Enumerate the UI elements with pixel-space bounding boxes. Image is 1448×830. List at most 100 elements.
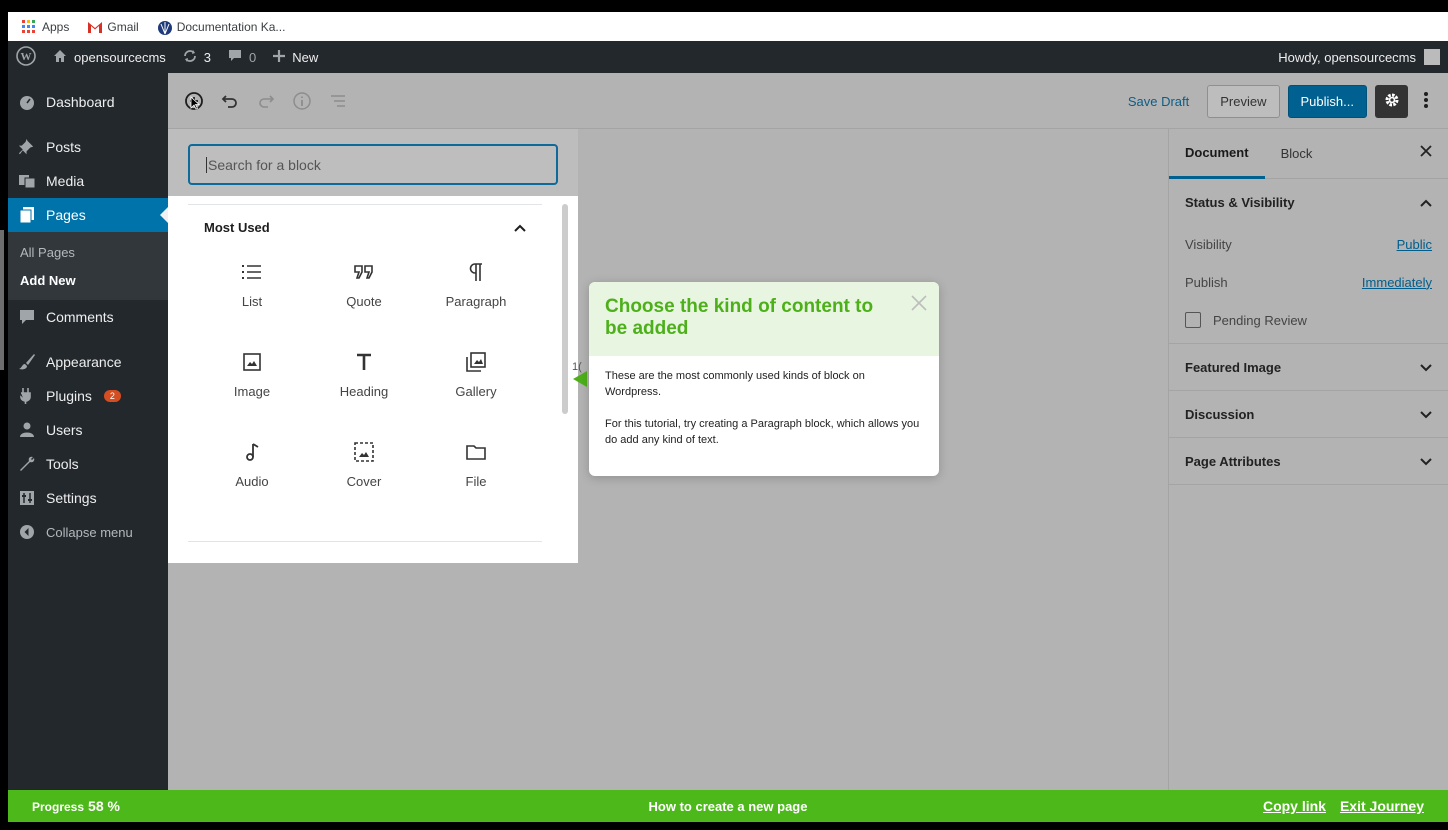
apps-grid-icon [22, 19, 36, 34]
block-item-label: List [241, 294, 263, 309]
window-edge [0, 230, 4, 370]
collapse-arrow-icon [18, 523, 36, 541]
most-used-title: Most Used [204, 219, 270, 235]
tab-block[interactable]: Block [1265, 129, 1329, 179]
block-item-paragraph[interactable]: Paragraph [420, 260, 532, 328]
visibility-row: Visibility Public [1169, 225, 1448, 263]
gallery-icon [464, 350, 488, 374]
editor-toolbar: Save Draft Preview Publish... [168, 73, 1448, 129]
block-item-cover[interactable]: Cover [308, 440, 420, 508]
users-icon [18, 421, 36, 439]
admin-menu: Dashboard Posts Media Pages All Pages Ad… [8, 73, 168, 790]
more-options-button[interactable] [1416, 85, 1436, 118]
site-name-link[interactable]: opensourcecms [44, 41, 174, 73]
redo-icon[interactable] [254, 89, 278, 113]
menu-appearance[interactable]: Appearance [8, 345, 168, 379]
avatar [1424, 49, 1440, 65]
menu-media[interactable]: Media [8, 164, 168, 198]
submenu-add-new[interactable]: Add New [8, 266, 168, 294]
menu-settings-label: Settings [46, 490, 97, 506]
menu-posts[interactable]: Posts [8, 130, 168, 164]
menu-users-label: Users [46, 422, 83, 438]
plus-icon [272, 49, 286, 66]
menu-collapse[interactable]: Collapse menu [8, 515, 168, 549]
exit-journey-button[interactable]: Exit Journey [1340, 798, 1424, 814]
vertical-ellipsis-icon [1424, 91, 1428, 112]
featured-image-toggle[interactable]: Featured Image [1169, 344, 1448, 390]
pending-review-checkbox[interactable] [1185, 312, 1201, 328]
block-item-gallery[interactable]: Gallery [420, 350, 532, 418]
menu-plugins[interactable]: Plugins 2 [8, 379, 168, 413]
block-search-input[interactable]: Search for a block [188, 144, 558, 185]
svg-text:W: W [21, 51, 32, 63]
file-icon [464, 440, 488, 464]
wp-logo-button[interactable]: W [8, 41, 44, 73]
page-attributes-toggle[interactable]: Page Attributes [1169, 438, 1448, 484]
inserter-body: Most Used List Quote Paragraph Image Hea… [168, 196, 578, 563]
comments-link[interactable]: 0 [219, 41, 264, 73]
block-item-image[interactable]: Image [196, 350, 308, 418]
tooltip-body: These are the most commonly used kinds o… [589, 356, 939, 460]
close-icon[interactable] [1420, 145, 1432, 160]
menu-comments[interactable]: Comments [8, 300, 168, 334]
preview-button[interactable]: Preview [1207, 85, 1280, 118]
block-grid: List Quote Paragraph Image Heading Galle… [196, 260, 534, 508]
copy-link-button[interactable]: Copy link [1263, 798, 1326, 814]
publish-button[interactable]: Publish... [1287, 85, 1367, 118]
bookmark-gmail-label: Gmail [107, 19, 139, 34]
block-item-quote[interactable]: Quote [308, 260, 420, 328]
chevron-down-icon [1420, 360, 1432, 375]
block-navigation-icon[interactable] [326, 89, 350, 113]
bookmark-documentation[interactable]: Documentation Ka... [157, 20, 285, 35]
visibility-link[interactable]: Public [1397, 237, 1432, 252]
new-content-link[interactable]: New [264, 41, 326, 73]
journey-actions: Copy link Exit Journey [1263, 798, 1424, 814]
journey-progress-bar: Progress 58 % How to create a new page C… [8, 790, 1448, 822]
home-icon [52, 48, 68, 67]
my-account[interactable]: Howdy, opensourcecms [1278, 49, 1448, 65]
chevron-up-icon [1420, 195, 1432, 210]
settings-gear-button[interactable] [1375, 85, 1408, 118]
block-item-list[interactable]: List [196, 260, 308, 328]
panel-title: Status & Visibility [1185, 194, 1295, 210]
inserter-scrollbar[interactable] [562, 204, 568, 414]
info-icon[interactable] [290, 89, 314, 113]
block-item-heading[interactable]: Heading [308, 350, 420, 418]
bookmark-gmail[interactable]: Gmail [87, 19, 139, 34]
comments-count: 0 [249, 49, 257, 65]
heading-icon [352, 350, 376, 374]
wp-admin-bar: W opensourcecms 3 0 New Howdy, opensourc… [8, 41, 1448, 73]
submenu-all-pages[interactable]: All Pages [8, 238, 168, 266]
updates-link[interactable]: 3 [174, 41, 219, 73]
site-name: opensourcecms [74, 49, 166, 65]
block-editor: Save Draft Preview Publish... Search for… [168, 73, 1448, 790]
pages-submenu: All Pages Add New [8, 232, 168, 300]
menu-tools-label: Tools [46, 456, 79, 472]
menu-tools[interactable]: Tools [8, 447, 168, 481]
discussion-toggle[interactable]: Discussion [1169, 391, 1448, 437]
block-item-file[interactable]: File [420, 440, 532, 508]
panel-title: Discussion [1185, 406, 1255, 422]
sidebar-tabs: Document Block [1169, 129, 1448, 179]
text-caret [206, 156, 207, 173]
close-icon[interactable] [911, 294, 927, 317]
block-item-audio[interactable]: Audio [196, 440, 308, 508]
audio-icon [240, 440, 264, 464]
bookmark-apps[interactable]: Apps [22, 19, 69, 34]
status-visibility-toggle[interactable]: Status & Visibility [1169, 179, 1448, 225]
pushpin-icon [18, 138, 36, 156]
shell-icon [157, 20, 172, 35]
block-item-label: File [465, 474, 487, 489]
save-draft-button[interactable]: Save Draft [1118, 94, 1199, 109]
menu-pages[interactable]: Pages [8, 198, 168, 232]
menu-dashboard[interactable]: Dashboard [8, 85, 168, 119]
pages-icon [18, 206, 36, 224]
publish-date-link[interactable]: Immediately [1362, 275, 1432, 290]
menu-settings[interactable]: Settings [8, 481, 168, 515]
menu-users[interactable]: Users [8, 413, 168, 447]
undo-icon[interactable] [218, 89, 242, 113]
page-attributes-panel: Page Attributes [1169, 438, 1448, 485]
tab-document[interactable]: Document [1169, 129, 1265, 179]
most-used-section-toggle[interactable]: Most Used [188, 204, 542, 249]
menu-comments-label: Comments [46, 309, 114, 325]
